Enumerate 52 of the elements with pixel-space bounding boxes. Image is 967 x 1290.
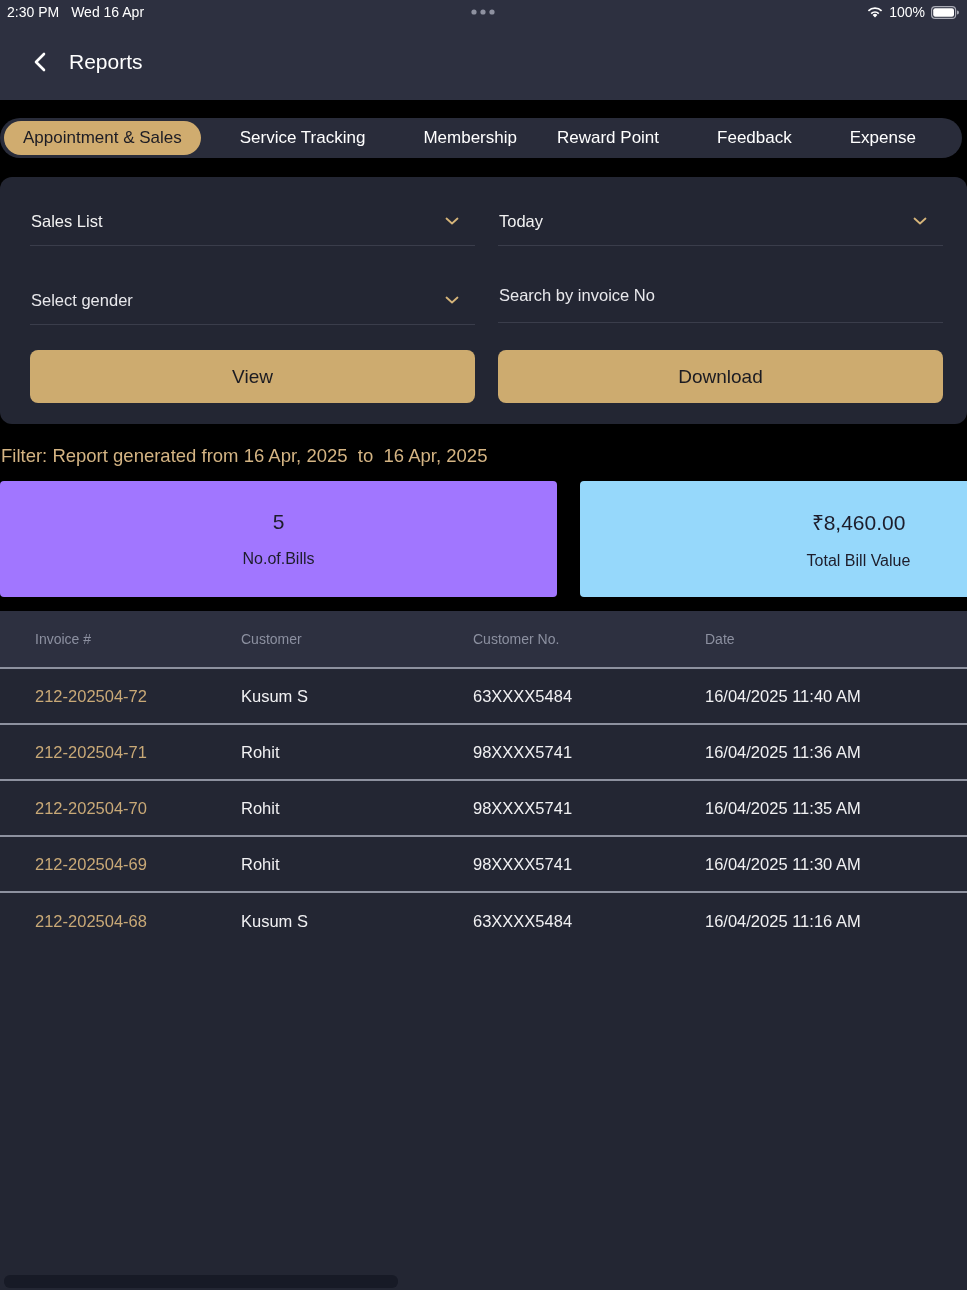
report-tab[interactable]: Service Tracking: [220, 121, 385, 155]
stat-label: No.of.Bills: [242, 550, 315, 568]
stat-value: ₹8,460.00: [811, 510, 906, 536]
table-cell-text: 98XXXX5741: [473, 798, 574, 818]
report-tab[interactable]: Feedback: [698, 121, 811, 155]
filter-summary: Filter: Report generated from 16 Apr, 2025 to 16 Apr, 2025: [0, 444, 488, 468]
status-date: Wed 16 Apr: [71, 4, 145, 20]
report-tab[interactable]: Reward Point: [538, 121, 679, 155]
invoice-link[interactable]: 212-202504-72: [35, 686, 241, 706]
wifi-icon: [867, 6, 884, 18]
table-cell-text: 16/04/2025 11:36 AM: [705, 742, 862, 762]
table-cell-text: 63XXXX5484: [473, 911, 574, 931]
stat-label: Total Bill Value: [806, 552, 911, 570]
action-button[interactable]: Download: [498, 350, 943, 403]
dropdown-field[interactable]: Sales List: [30, 197, 475, 246]
chevron-down-icon: [445, 217, 459, 225]
table-cell-text: 16/04/2025 11:16 AM: [705, 911, 862, 931]
battery-percent: 100%: [889, 4, 925, 20]
table-cell-text: Rohit: [241, 854, 281, 874]
column-header: Customer No.: [473, 631, 561, 647]
table-cell-text: Kusum S: [241, 911, 309, 931]
invoice-link[interactable]: 212-202504-68: [35, 911, 241, 931]
back-chevron-icon[interactable]: [34, 52, 46, 72]
table-cell-text: 16/04/2025 11:30 AM: [705, 854, 862, 874]
table-cell-text: Kusum S: [241, 686, 309, 706]
table-cell-text: 63XXXX5484: [473, 686, 574, 706]
invoice-link[interactable]: 212-202504-71: [35, 742, 241, 762]
column-header: Date: [705, 631, 736, 647]
chevron-down-icon: [913, 217, 927, 225]
column-header: Customer: [241, 631, 303, 647]
dropdown-field[interactable]: Today: [498, 197, 943, 246]
table-cell-text: 16/04/2025 11:35 AM: [705, 798, 862, 818]
table-cell-text: Rohit: [241, 798, 281, 818]
table-cell-text: 98XXXX5741: [473, 854, 574, 874]
report-tab[interactable]: Membership: [404, 121, 536, 155]
table-cell-text: 16/04/2025 11:40 AM: [705, 686, 862, 706]
dropdown-field[interactable]: Select gender: [30, 246, 475, 325]
invoice-link[interactable]: 212-202504-70: [35, 798, 241, 818]
battery-icon: [931, 5, 959, 19]
multitasking-dots-icon[interactable]: [471, 9, 495, 15]
table-cell-text: Rohit: [241, 742, 281, 762]
action-button[interactable]: View: [30, 350, 475, 403]
column-header: Invoice #: [35, 631, 93, 647]
status-time: 2:30 PM: [7, 4, 60, 20]
search-field[interactable]: Search by invoice No: [498, 246, 943, 323]
report-tab[interactable]: Expense: [830, 121, 935, 155]
invoice-link[interactable]: 212-202504-69: [35, 854, 241, 874]
report-tab[interactable]: Appointment & Sales: [4, 121, 201, 155]
stat-value: 5: [272, 510, 285, 534]
chevron-down-icon: [445, 296, 459, 304]
table-cell-text: 98XXXX5741: [473, 742, 574, 762]
page-title: Reports: [69, 50, 143, 74]
